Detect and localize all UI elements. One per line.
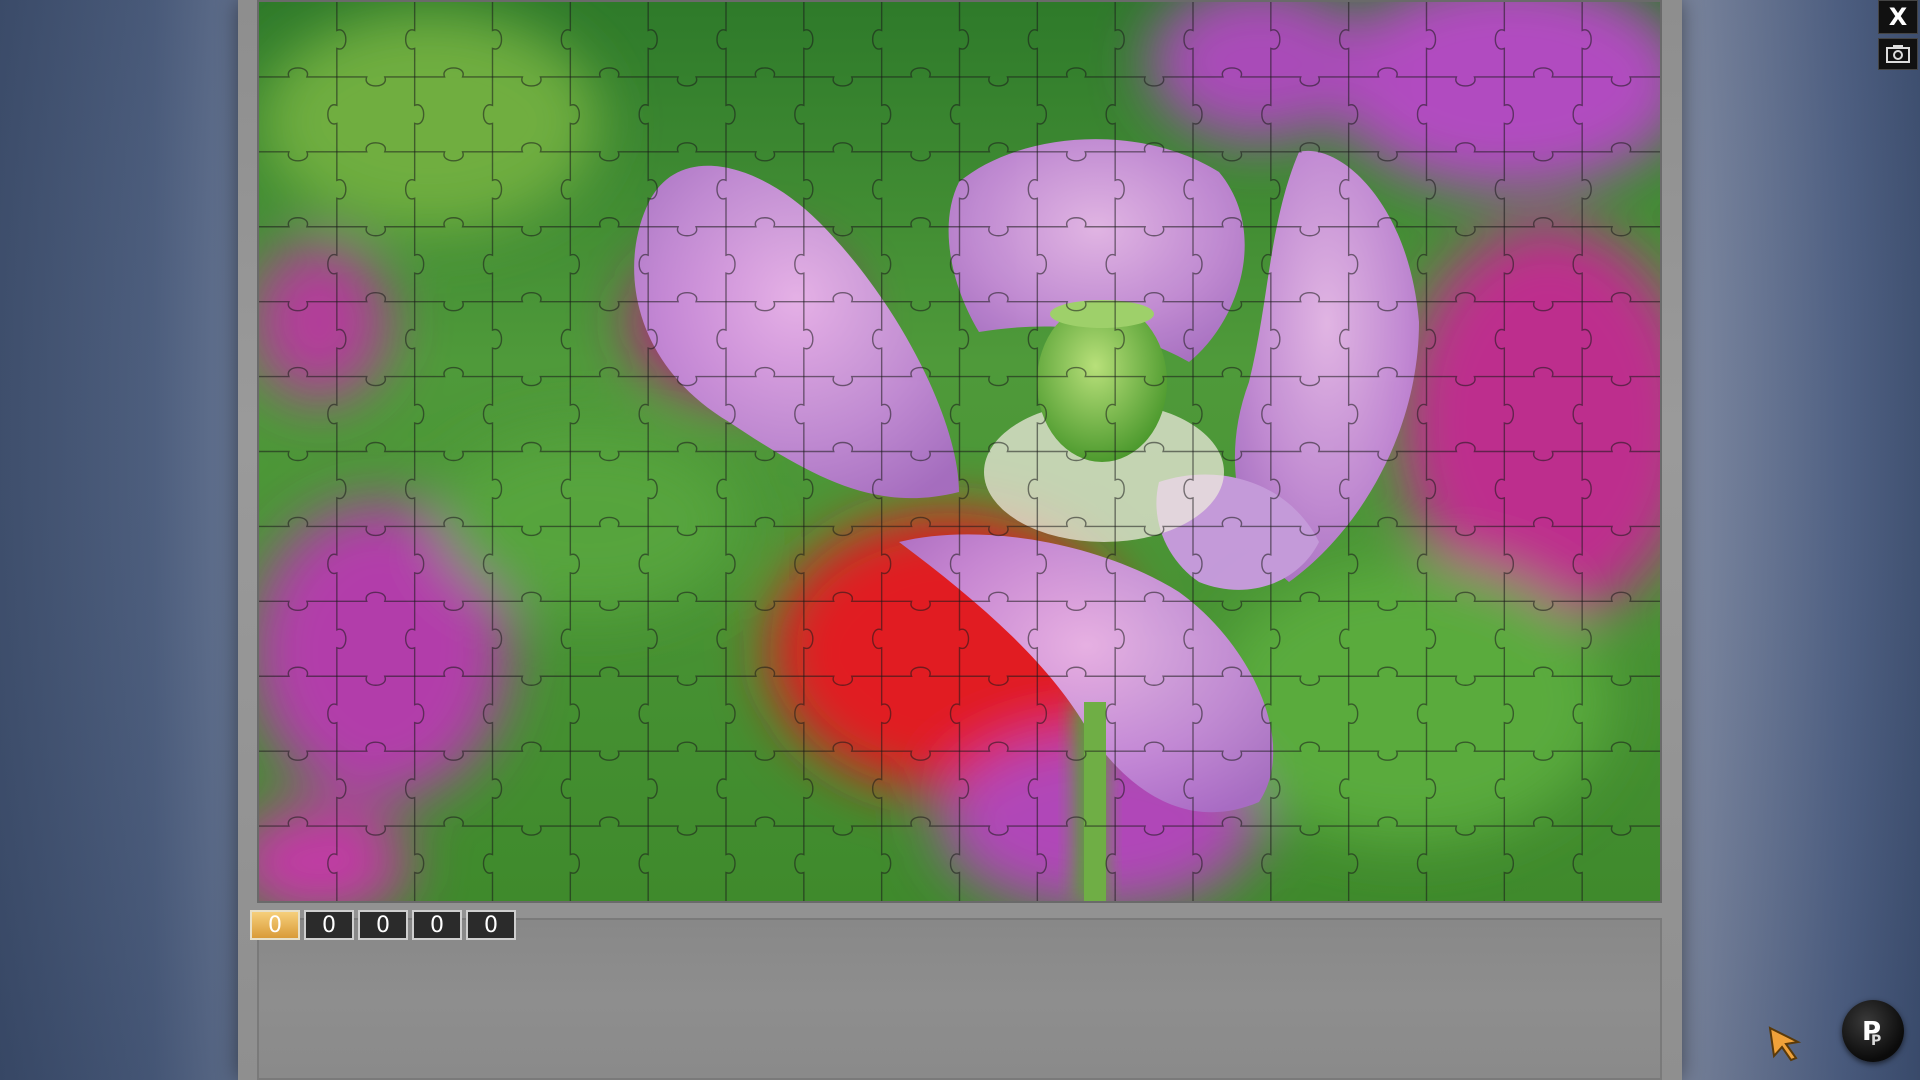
svg-text:P: P — [1871, 1033, 1881, 1049]
close-button[interactable]: X — [1878, 0, 1918, 34]
pp-logo-icon: P P — [1842, 1000, 1904, 1062]
screenshot-button[interactable] — [1878, 38, 1918, 70]
counter-digit: 0 — [304, 910, 354, 940]
pointer-cursor-icon — [1768, 1026, 1804, 1066]
puzzle-board[interactable] — [257, 0, 1662, 903]
counter-digit: 0 — [358, 910, 408, 940]
puzzle-image — [259, 2, 1660, 901]
piece-counter: 0 0 0 0 0 — [250, 910, 520, 940]
close-label: X — [1888, 3, 1908, 31]
camera-icon — [1886, 45, 1910, 63]
counter-digit: 0 — [466, 910, 516, 940]
piece-tray[interactable] — [257, 918, 1662, 1080]
counter-digit: 0 — [412, 910, 462, 940]
counter-digit: 0 — [250, 910, 300, 940]
